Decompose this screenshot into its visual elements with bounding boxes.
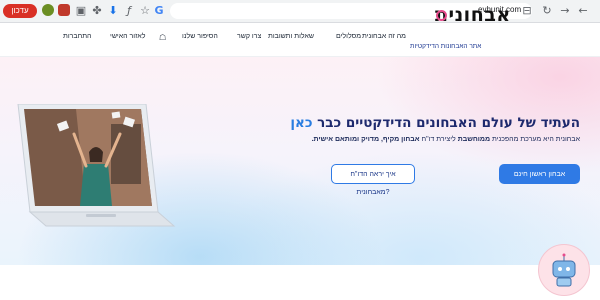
nav-faq[interactable]: שאלות ותשובות (268, 33, 314, 40)
report-preview-button[interactable]: איך יראה הדו"ח מאבחונית? (331, 164, 415, 196)
site-header (0, 23, 600, 57)
hero-sub-bold: ממוחשבת (457, 136, 491, 143)
nav-what-is[interactable]: מה זה אבחונית (362, 33, 406, 40)
user-icon[interactable]: ☖ (159, 33, 167, 42)
update-button[interactable]: עדכון (3, 4, 37, 18)
nav-personal-area[interactable]: לאזור האישי (110, 33, 145, 40)
hero-title: העתיד של עולם האבחונים הדידקטיים כבר כאן (225, 115, 580, 131)
download-icon[interactable]: ⬇ (106, 4, 120, 18)
bookmark-star-icon[interactable]: ☆ (138, 4, 152, 18)
extension-icon[interactable] (58, 4, 70, 16)
site-tagline: אתר האבחונות הדידקטיות (410, 43, 482, 50)
hero-sub-part: אבחונית היא מערכת מהפכנית (490, 136, 580, 143)
hero-sub-bold: אבחון מקיף, מדויק ומותאם אישית. (311, 136, 420, 143)
google-icon[interactable]: G (152, 4, 166, 18)
reload-icon[interactable]: ↻ (540, 4, 554, 18)
site-info-icon[interactable]: ⊟ (520, 4, 534, 18)
hero-title-accent: כאן (290, 115, 313, 131)
chat-bot-icon[interactable] (538, 244, 590, 296)
forward-icon[interactable]: → (558, 4, 572, 18)
profile-avatar-icon[interactable] (42, 4, 54, 16)
hero-title-main: העתיד של עולם האבחונים הדידקטיים כבר (312, 115, 580, 131)
content-below (0, 265, 600, 300)
formula-icon[interactable]: ƒ (122, 4, 136, 18)
nav-our-story[interactable]: הסיפור שלנו (182, 33, 218, 40)
back-icon[interactable]: ← (576, 4, 590, 18)
hero-sub-part: ליצירת דו"ח (419, 136, 458, 143)
laptop-illustration (17, 104, 176, 227)
nav-login[interactable]: התחברות (63, 33, 91, 40)
nav-contact[interactable]: צרו קשר (237, 33, 261, 40)
logo-accent-icon (436, 10, 447, 21)
hero-subtitle: אבחונית היא מערכת מהפכנית ממוחשבת ליצירת… (240, 136, 580, 143)
free-diagnosis-button[interactable]: אבחון ראשון חינם (499, 164, 580, 184)
puzzle-icon[interactable]: ✤ (90, 4, 104, 18)
nav-tracks[interactable]: מסלולים (336, 33, 361, 40)
sidebar-icon[interactable]: ▣ (74, 4, 88, 18)
